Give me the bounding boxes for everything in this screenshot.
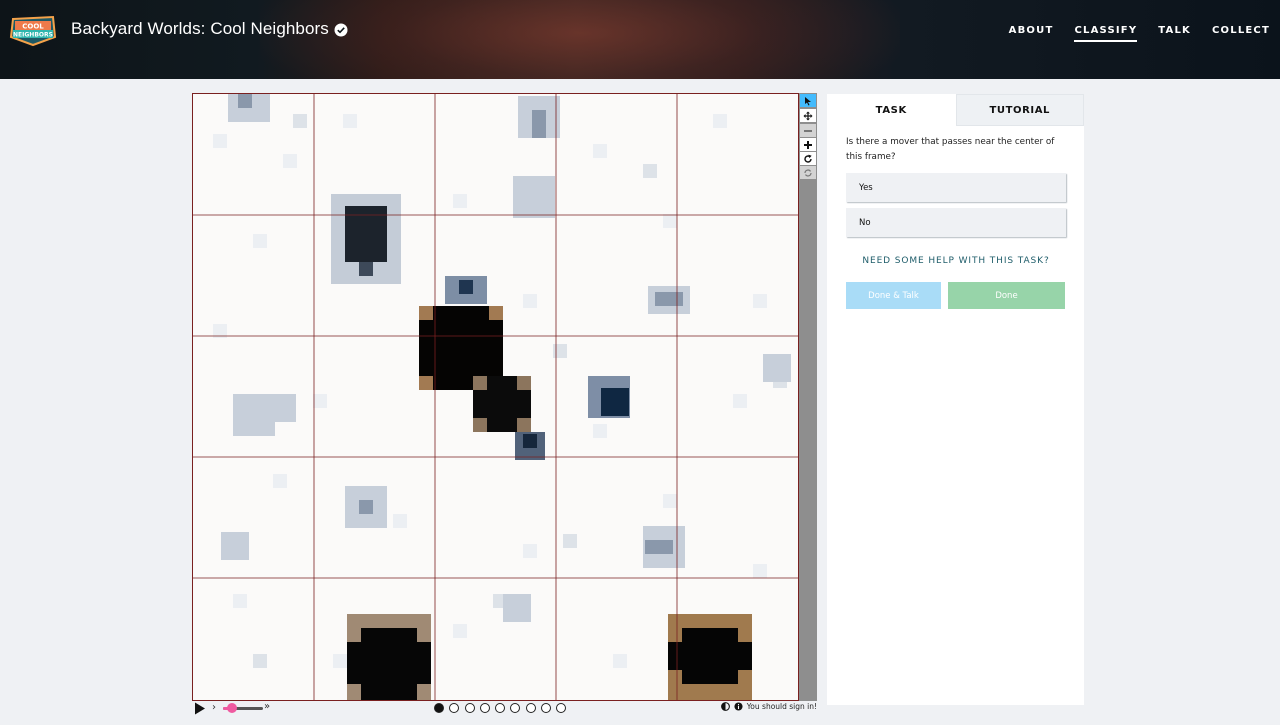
pointer-tool-button[interactable] [800,94,816,107]
task-tabs: TASK TUTORIAL [827,94,1084,126]
nav-about[interactable]: ABOUT [1009,25,1054,42]
verified-badge-icon [334,23,348,37]
project-title[interactable]: Backyard Worlds: Cool Neighbors [71,19,329,39]
subject-image-viewer[interactable] [192,93,799,701]
fast-speed-icon[interactable]: » [264,701,270,712]
frame-dot-8[interactable] [541,703,552,713]
tab-task[interactable]: TASK [827,94,956,126]
task-panel: TASK TUTORIAL Is there a mover that pass… [827,94,1084,705]
frame-selector [434,703,572,713]
frame-dot-4[interactable] [479,703,490,713]
done-and-talk-button[interactable]: Done & Talk [846,282,941,309]
subject-image[interactable] [193,94,798,700]
nav-classify[interactable]: CLASSIFY [1074,25,1138,42]
zoom-in-button[interactable] [800,138,816,151]
frame-dot-1[interactable] [434,703,444,713]
reset-button[interactable] [800,166,816,179]
logo-line2: NEIGHBORS [13,32,53,39]
rotate-button[interactable] [800,152,816,165]
nav-talk[interactable]: TALK [1158,25,1191,42]
frame-dot-6[interactable] [510,703,521,713]
frame-dot-2[interactable] [449,703,460,713]
frame-dot-7[interactable] [525,703,536,713]
info-icon[interactable] [734,702,743,711]
image-toolbar [799,93,817,701]
zoom-out-icon [804,129,812,132]
logo-line1: COOL [22,23,44,31]
site-header: COOL NEIGHBORS Backyard Worlds: Cool Nei… [0,0,1280,79]
tab-tutorial[interactable]: TUTORIAL [955,94,1084,126]
rotate-icon [804,154,812,163]
project-logo[interactable]: COOL NEIGHBORS [9,13,57,47]
slow-speed-icon[interactable]: › [212,702,216,713]
frame-player-controls: › » You should sign in! [192,701,817,721]
zoom-out-button[interactable] [800,124,816,137]
nav-collect[interactable]: COLLECT [1212,25,1270,42]
frame-dot-9[interactable] [556,703,567,713]
task-question: Is there a mover that passes near the ce… [846,137,1055,162]
done-button[interactable]: Done [948,282,1065,309]
speed-slider-thumb[interactable] [227,703,237,713]
pointer-icon [805,96,811,105]
site-nav: ABOUT CLASSIFY TALK COLLECT [988,25,1270,42]
answer-no-button[interactable]: No [846,208,1066,237]
viewer-extra-controls: You should sign in! [720,702,817,711]
invert-contrast-icon[interactable] [720,702,730,711]
task-help-link[interactable]: NEED SOME HELP WITH THIS TASK? [846,256,1066,266]
move-icon [803,111,813,120]
play-icon[interactable] [194,702,206,715]
answer-yes-button[interactable]: Yes [846,173,1066,202]
frame-dot-5[interactable] [495,703,506,713]
reset-icon [804,168,812,177]
frame-dot-3[interactable] [464,703,475,713]
move-tool-button[interactable] [800,109,816,122]
zoom-in-icon [804,140,812,149]
signin-notice: You should sign in! [746,702,817,711]
